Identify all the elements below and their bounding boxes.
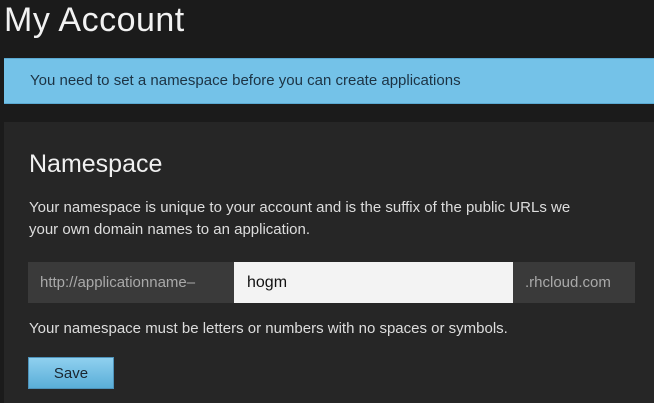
description-line-1: Your namespace is unique to your account… <box>29 199 571 216</box>
my-account-page: My Account You need to set a namespace b… <box>0 0 654 403</box>
alert-message: You need to set a namespace before you c… <box>30 72 461 89</box>
namespace-description: Your namespace is unique to your account… <box>29 197 570 241</box>
namespace-input-group: http://applicationname– .rhcloud.com <box>28 262 648 303</box>
url-prefix: http://applicationname– <box>28 262 234 303</box>
info-alert: You need to set a namespace before you c… <box>4 58 654 104</box>
namespace-hint: Your namespace must be letters or number… <box>29 320 508 337</box>
description-line-2: your own domain names to an application. <box>29 221 311 238</box>
section-title: Namespace <box>29 150 163 178</box>
namespace-input[interactable] <box>234 262 513 303</box>
save-button[interactable]: Save <box>28 357 114 389</box>
namespace-panel: Namespace Your namespace is unique to yo… <box>4 122 654 403</box>
url-suffix: .rhcloud.com <box>513 262 635 303</box>
page-title: My Account <box>4 1 185 39</box>
